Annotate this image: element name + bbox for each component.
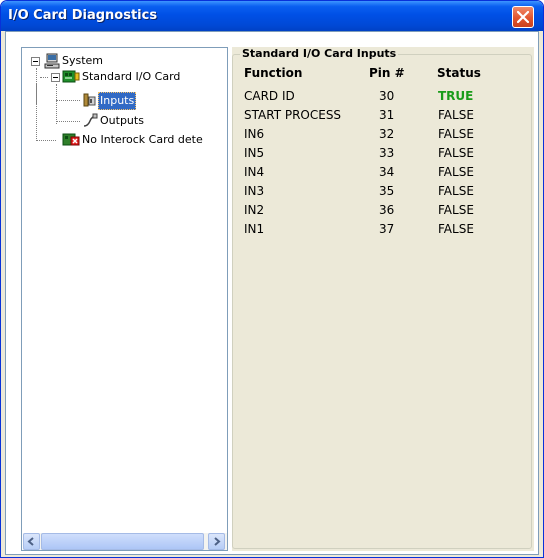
- computer-icon: [44, 53, 60, 69]
- collapse-toggle-system[interactable]: [31, 57, 40, 66]
- table-cell-pin: 33: [379, 146, 395, 160]
- tree-connector: [36, 140, 56, 141]
- tree-label-inputs: Inputs: [98, 92, 137, 110]
- group-title: Standard I/O Card Inputs: [240, 47, 399, 60]
- chevron-left-icon: [27, 537, 34, 546]
- collapse-toggle-standard-io-card[interactable]: [51, 73, 60, 82]
- chevron-right-icon: [214, 537, 221, 546]
- tree-connector: [56, 100, 80, 101]
- outputs-icon: [83, 113, 98, 127]
- close-icon: [517, 11, 529, 23]
- table-cell-pin: 32: [379, 127, 395, 141]
- column-header-pin: Pin #: [369, 66, 405, 80]
- window-title: I/O Card Diagnostics: [8, 8, 158, 23]
- table-cell-status: FALSE: [438, 108, 474, 122]
- table-cell-function: START PROCESS: [244, 108, 342, 122]
- tree-connector: [36, 84, 37, 141]
- table-cell-pin: 36: [379, 203, 395, 217]
- scroll-right-button[interactable]: [208, 533, 225, 550]
- table-cell-pin: 30: [379, 89, 395, 103]
- table-cell-function: IN5: [244, 146, 265, 160]
- inputs-group-panel: Standard I/O Card Inputs Function Pin # …: [232, 47, 534, 551]
- column-header-status: Status: [437, 66, 481, 80]
- table-cell-pin: 31: [379, 108, 395, 122]
- table-cell-status: FALSE: [438, 203, 474, 217]
- column-header-function: Function: [244, 66, 303, 80]
- close-button[interactable]: [512, 6, 534, 28]
- table-cell-function: CARD ID: [244, 89, 295, 103]
- table-cell-function: IN3: [244, 184, 265, 198]
- title-bar[interactable]: I/O Card Diagnostics: [1, 1, 543, 31]
- inputs-icon: [83, 93, 96, 107]
- table-cell-function: IN2: [244, 203, 265, 217]
- tree-connector: [56, 84, 57, 124]
- table-cell-status: TRUE: [438, 89, 474, 103]
- interlock-card-error-icon: [62, 133, 80, 146]
- device-tree[interactable]: System Standard I/O Card Inputs Outputs: [21, 47, 228, 551]
- table-cell-function: IN4: [244, 165, 265, 179]
- tree-label-system: System: [62, 54, 104, 67]
- table-cell-status: FALSE: [438, 146, 474, 160]
- table-cell-status: FALSE: [438, 222, 474, 236]
- tree-label-standard-io-card: Standard I/O Card: [82, 70, 181, 83]
- tree-horizontal-scrollbar[interactable]: [23, 533, 227, 550]
- scroll-left-button[interactable]: [23, 533, 40, 550]
- table-cell-status: FALSE: [438, 184, 474, 198]
- table-cell-pin: 37: [379, 222, 395, 236]
- table-cell-status: FALSE: [438, 165, 474, 179]
- table-cell-pin: 34: [379, 165, 395, 179]
- io-card-icon: [62, 70, 80, 83]
- table-cell-function: IN1: [244, 222, 265, 236]
- tree-label-no-interlock-card: No Interock Card dete: [82, 133, 203, 146]
- scroll-thumb[interactable]: [41, 533, 204, 550]
- table-cell-status: FALSE: [438, 127, 474, 141]
- tree-connector: [56, 121, 80, 122]
- table-cell-pin: 35: [379, 184, 395, 198]
- tree-connector: [40, 77, 48, 78]
- table-cell-function: IN6: [244, 127, 265, 141]
- tree-label-outputs: Outputs: [100, 114, 144, 127]
